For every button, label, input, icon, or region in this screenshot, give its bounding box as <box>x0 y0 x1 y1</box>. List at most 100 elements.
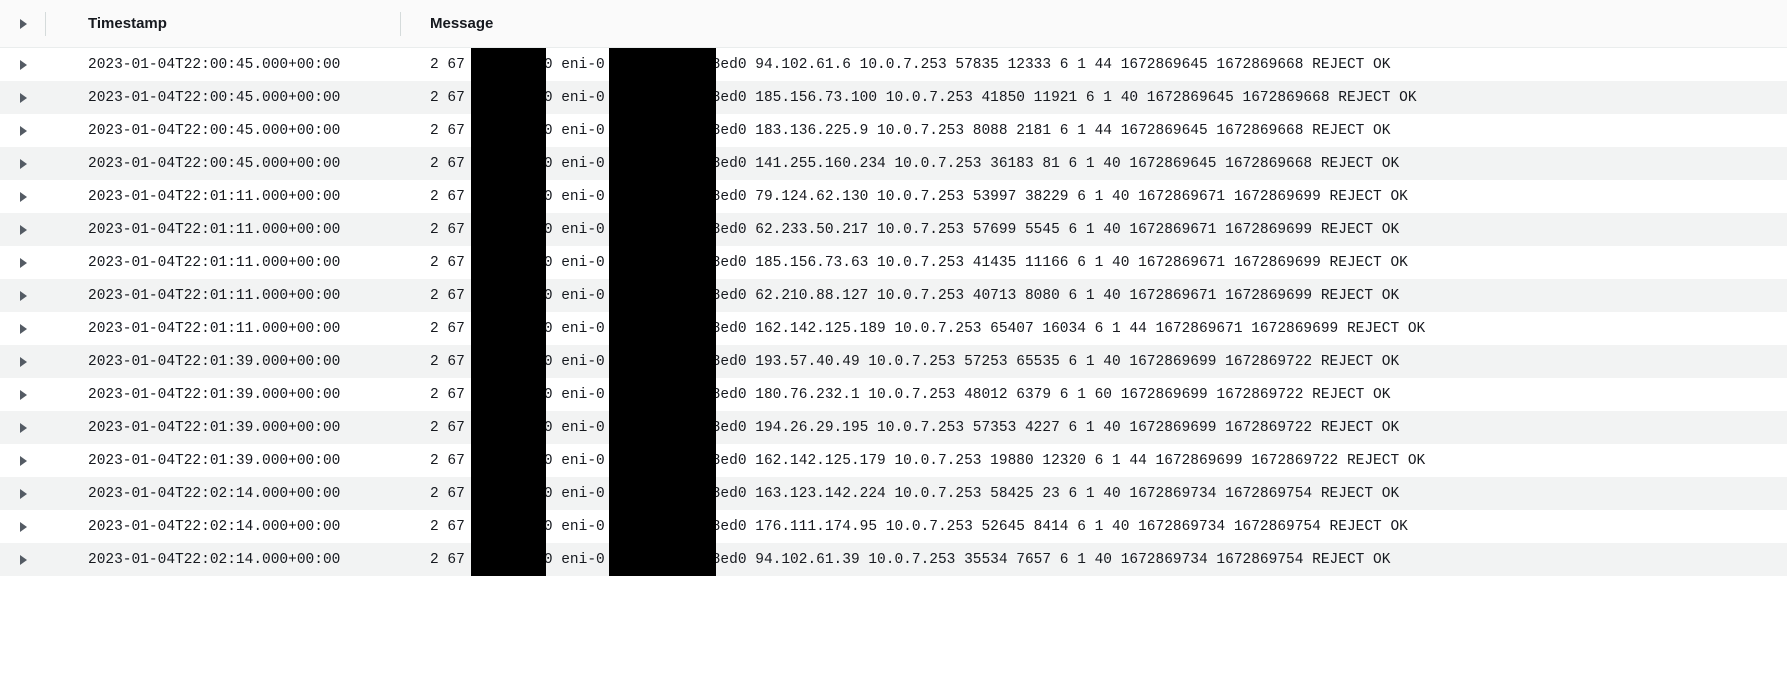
log-row[interactable]: 2023-01-04T22:01:39.000+00:00 2 67 0 eni-0… <box>0 444 1787 477</box>
log-row[interactable]: 2023-01-04T22:01:11.000+00:002 670 eni-0… <box>0 312 1787 345</box>
expand-cell <box>0 522 60 532</box>
message-mid: 0 eni-0 <box>544 255 605 271</box>
expand-cell <box>0 324 60 334</box>
log-row[interactable]: 2023-01-04T22:01:11.000+00:002 670 eni-0… <box>0 246 1787 279</box>
message-mid: 0 eni-0 <box>544 453 605 469</box>
message-mid: 0 eni-0 <box>544 420 605 436</box>
message-prefix: 2 67 <box>430 189 465 205</box>
log-row[interactable]: 2023-01-04T22:00:45.000+00:002 670 eni-0… <box>0 147 1787 180</box>
message-suffix: 8ed0 141.255.160.234 10.0.7.253 36183 81… <box>712 156 1399 172</box>
expand-row-icon[interactable] <box>20 555 27 565</box>
expand-row-icon[interactable] <box>20 390 27 400</box>
message-mid: 0 eni-0 <box>544 387 605 403</box>
message-suffix: 8ed0 79.124.62.130 10.0.7.253 53997 3822… <box>712 189 1408 205</box>
expand-row-icon[interactable] <box>20 456 27 466</box>
expand-cell <box>0 423 60 433</box>
message-suffix: 8ed0 193.57.40.49 10.0.7.253 57253 65535… <box>712 354 1399 370</box>
expand-cell <box>0 159 60 169</box>
message-prefix: 2 67 <box>430 288 465 304</box>
timestamp-header-cell: Timestamp <box>60 15 400 32</box>
log-row[interactable]: 2023-01-04T22:00:45.000+00:002 670 eni-0… <box>0 48 1787 81</box>
message-cell: 2 670 eni-08ed0 183.136.225.9 10.0.7.253… <box>400 123 1787 139</box>
message-prefix: 2 67 <box>430 453 465 469</box>
log-row[interactable]: 2023-01-04T22:01:11.000+00:00 2 67 0 eni-0… <box>0 180 1787 213</box>
message-prefix: 2 67 <box>430 123 465 139</box>
message-cell: 2 67 0 eni-0 8ed0 194.26.29.195 10.0.7.253… <box>400 420 1787 436</box>
timestamp-cell: 2023-01-04T22:00:45.000+00:00 <box>60 90 400 106</box>
timestamp-cell: 2023-01-04T22:00:45.000+00:00 <box>60 123 400 139</box>
message-suffix: 8ed0 185.156.73.63 10.0.7.253 41435 1116… <box>712 255 1408 271</box>
message-prefix: 2 67 <box>430 321 465 337</box>
expand-row-icon[interactable] <box>20 291 27 301</box>
expand-row-icon[interactable] <box>20 126 27 136</box>
expand-cell <box>0 192 60 202</box>
log-events-table: Timestamp Message 2023-01-04T22:00:45.00… <box>0 0 1787 576</box>
expand-cell <box>0 357 60 367</box>
message-cell: 2 670 eni-08ed0 163.123.142.224 10.0.7.2… <box>400 486 1787 502</box>
message-suffix: 8ed0 194.26.29.195 10.0.7.253 57353 4227… <box>712 420 1399 436</box>
message-suffix: 8ed0 94.102.61.6 10.0.7.253 57835 12333 … <box>712 57 1391 73</box>
log-row[interactable]: 2023-01-04T22:02:14.000+00:002 670 eni-0… <box>0 543 1787 576</box>
log-row[interactable]: 2023-01-04T22:00:45.000+00:00 2 67 0 eni-0… <box>0 114 1787 147</box>
timestamp-cell: 2023-01-04T22:01:11.000+00:00 <box>60 189 400 205</box>
message-suffix: 8ed0 62.210.88.127 10.0.7.253 40713 8080… <box>712 288 1399 304</box>
log-row[interactable]: 2023-01-04T22:01:11.000+00:00 2 67 0 eni-0… <box>0 279 1787 312</box>
message-cell: 2 670 eni-08ed0 94.102.61.6 10.0.7.253 5… <box>400 57 1787 73</box>
expand-all-icon[interactable] <box>20 19 27 29</box>
message-mid: 0 eni-0 <box>544 552 605 568</box>
timestamp-cell: 2023-01-04T22:00:45.000+00:00 <box>60 156 400 172</box>
message-mid: 0 eni-0 <box>544 354 605 370</box>
expand-row-icon[interactable] <box>20 258 27 268</box>
expand-row-icon[interactable] <box>20 192 27 202</box>
timestamp-cell: 2023-01-04T22:01:11.000+00:00 <box>60 321 400 337</box>
message-header-label: Message <box>430 15 493 32</box>
log-row[interactable]: 2023-01-04T22:01:39.000+00:002 670 eni-0… <box>0 411 1787 444</box>
message-suffix: 8ed0 176.111.174.95 10.0.7.253 52645 841… <box>712 519 1408 535</box>
timestamp-cell: 2023-01-04T22:01:11.000+00:00 <box>60 255 400 271</box>
expand-row-icon[interactable] <box>20 489 27 499</box>
expand-row-icon[interactable] <box>20 60 27 70</box>
log-row[interactable]: 2023-01-04T22:00:45.000+00:002 670 eni-0… <box>0 81 1787 114</box>
message-prefix: 2 67 <box>430 519 465 535</box>
log-row[interactable]: 2023-01-04T22:01:39.000+00:002 670 eni-0… <box>0 345 1787 378</box>
expand-cell <box>0 60 60 70</box>
expand-row-icon[interactable] <box>20 159 27 169</box>
table-header-row: Timestamp Message <box>0 0 1787 48</box>
log-row[interactable]: 2023-01-04T22:02:14.000+00:002 670 eni-0… <box>0 510 1787 543</box>
log-row[interactable]: 2023-01-04T22:02:14.000+00:002 670 eni-0… <box>0 477 1787 510</box>
log-row[interactable]: 2023-01-04T22:01:11.000+00:002 670 eni-0… <box>0 213 1787 246</box>
timestamp-cell: 2023-01-04T22:01:39.000+00:00 <box>60 453 400 469</box>
message-prefix: 2 67 <box>430 90 465 106</box>
message-suffix: 8ed0 162.142.125.179 10.0.7.253 19880 12… <box>712 453 1426 469</box>
expand-row-icon[interactable] <box>20 93 27 103</box>
log-row[interactable]: 2023-01-04T22:01:39.000+00:00 2 67 0 eni-0… <box>0 378 1787 411</box>
expand-row-icon[interactable] <box>20 324 27 334</box>
timestamp-cell: 2023-01-04T22:01:11.000+00:00 <box>60 288 400 304</box>
message-mid: 0 eni-0 <box>544 486 605 502</box>
expand-row-icon[interactable] <box>20 357 27 367</box>
message-mid: 0 eni-0 <box>544 189 605 205</box>
expand-all-column <box>0 12 60 36</box>
message-cell: 2 670 eni-08ed0 162.142.125.189 10.0.7.2… <box>400 321 1787 337</box>
expand-row-icon[interactable] <box>20 522 27 532</box>
message-mid: 0 eni-0 <box>544 288 605 304</box>
message-prefix: 2 67 <box>430 57 465 73</box>
message-prefix: 2 67 <box>430 156 465 172</box>
column-divider <box>45 12 46 36</box>
expand-row-icon[interactable] <box>20 423 27 433</box>
timestamp-cell: 2023-01-04T22:01:39.000+00:00 <box>60 387 400 403</box>
message-cell: 2 670 eni-08ed0 62.233.50.217 10.0.7.253… <box>400 222 1787 238</box>
expand-row-icon[interactable] <box>20 225 27 235</box>
message-cell: 2 670 eni-08ed0 176.111.174.95 10.0.7.25… <box>400 519 1787 535</box>
message-prefix: 2 67 <box>430 552 465 568</box>
log-rows-container: 2023-01-04T22:00:45.000+00:002 670 eni-0… <box>0 48 1787 576</box>
message-cell: 2 670 eni-08ed0 180.76.232.1 10.0.7.253 … <box>400 387 1787 403</box>
expand-cell <box>0 390 60 400</box>
message-cell: 2 670 eni-08ed0 185.156.73.100 10.0.7.25… <box>400 90 1787 106</box>
message-prefix: 2 67 <box>430 387 465 403</box>
message-mid: 0 eni-0 <box>544 123 605 139</box>
message-prefix: 2 67 <box>430 420 465 436</box>
message-suffix: 8ed0 162.142.125.189 10.0.7.253 65407 16… <box>712 321 1426 337</box>
message-suffix: 8ed0 185.156.73.100 10.0.7.253 41850 119… <box>712 90 1417 106</box>
expand-cell <box>0 555 60 565</box>
